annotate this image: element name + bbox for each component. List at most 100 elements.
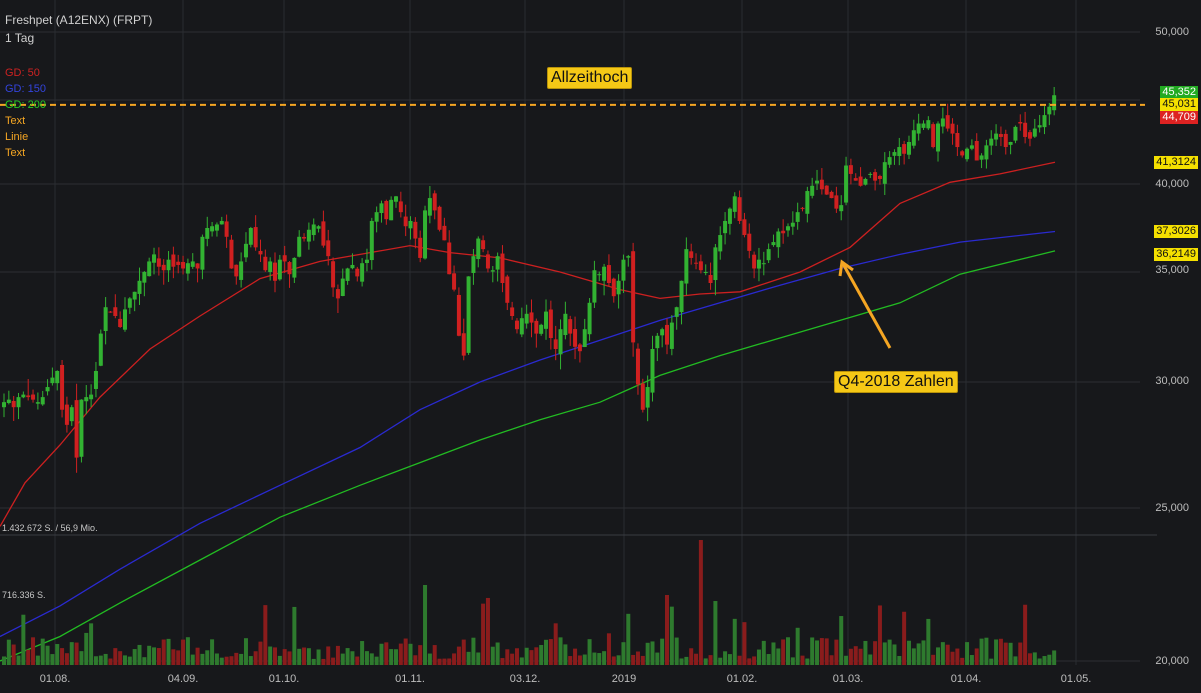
candle [364,259,369,264]
volume-bar [268,646,273,665]
volume-bar [84,632,89,665]
volume-bar [1013,656,1018,665]
candle [853,178,858,181]
candle [219,220,224,225]
candle [345,268,350,281]
candle [635,348,640,385]
candle [6,399,11,404]
candle [195,263,200,269]
candle [906,142,911,155]
candle [447,242,452,275]
candle [931,124,936,148]
volume-bar [50,654,55,665]
candle [592,270,597,303]
x-tick: 01.03. [832,673,864,685]
chart-canvas [0,0,1157,665]
candle [732,196,737,212]
candle [548,309,553,338]
candle [568,319,573,334]
candle [602,266,607,281]
volume-bar [626,613,631,665]
volume-bar [669,606,674,665]
candle [16,397,21,408]
volume-bar [297,648,302,665]
volume-bar [1047,654,1052,665]
candle [181,261,186,269]
volume-bar [481,603,486,665]
volume-bar [210,639,215,665]
candle [911,130,916,146]
candle [514,320,519,330]
price-tag-gd150: 37,3026 [1154,225,1198,238]
volume-bar [282,649,287,665]
volume-bar [553,623,558,665]
volume-bar [936,647,941,665]
candle [11,400,16,408]
volume-bar [1032,652,1037,665]
candle [108,311,113,313]
volume-bar [364,651,369,665]
price-tag-line: 44,709 [1160,111,1198,124]
volume-bar [171,649,176,665]
price-tag-close: 45,031 [1160,98,1198,111]
volume-bar [674,637,679,665]
candle [408,220,413,229]
volume-bar [79,651,84,665]
candle [606,265,611,283]
volume-bar [69,642,74,665]
candle [427,198,432,216]
volume-bar [1027,653,1032,665]
candle [64,404,69,425]
volume-bar [122,655,127,665]
candle [621,259,626,281]
volume-bar [427,653,432,665]
volume-bar [287,651,292,665]
candle [152,254,157,263]
candle [113,307,118,316]
volume-bar [277,655,282,665]
candle [708,275,713,283]
volume-bar [984,637,989,665]
candle [466,276,471,353]
volume-bar [592,652,597,665]
volume-bar [495,642,500,665]
volume-bar [824,638,829,665]
volume-bar [761,640,766,665]
volume-bar [882,642,887,665]
candle [834,195,839,209]
volume-bar [306,648,311,665]
volume-bar [26,649,31,665]
volume-bar [258,641,263,665]
candle [989,138,994,146]
candle [790,222,795,227]
volume-bar [611,656,616,665]
candle [50,377,55,384]
volume-bar [335,645,340,665]
volume-bar [1003,642,1008,665]
candle [727,208,732,224]
candle [79,399,84,457]
candle [916,123,921,134]
volume-bar [374,656,379,665]
volume-bar [969,655,974,665]
annotation-allzeithoch: Allzeithoch [547,67,633,89]
candle [60,364,65,410]
volume-bar [224,656,229,665]
candle [994,133,999,140]
volume-bar [510,653,515,665]
candle [998,134,1003,137]
legend-linie: Linie [5,131,29,143]
volume-bar [650,641,655,665]
volume-bar [921,640,926,665]
volume-bar [819,638,824,665]
candle [529,312,534,323]
candle [200,236,205,270]
volume-bar [640,655,645,665]
candle [326,240,331,257]
candle [185,263,190,274]
volume-bar [326,646,331,665]
candle [118,318,123,327]
volume-bar [466,651,471,665]
candle [127,298,132,308]
volume-max-label: 1.432.672 S. / 56,9 Mio. [2,523,98,533]
